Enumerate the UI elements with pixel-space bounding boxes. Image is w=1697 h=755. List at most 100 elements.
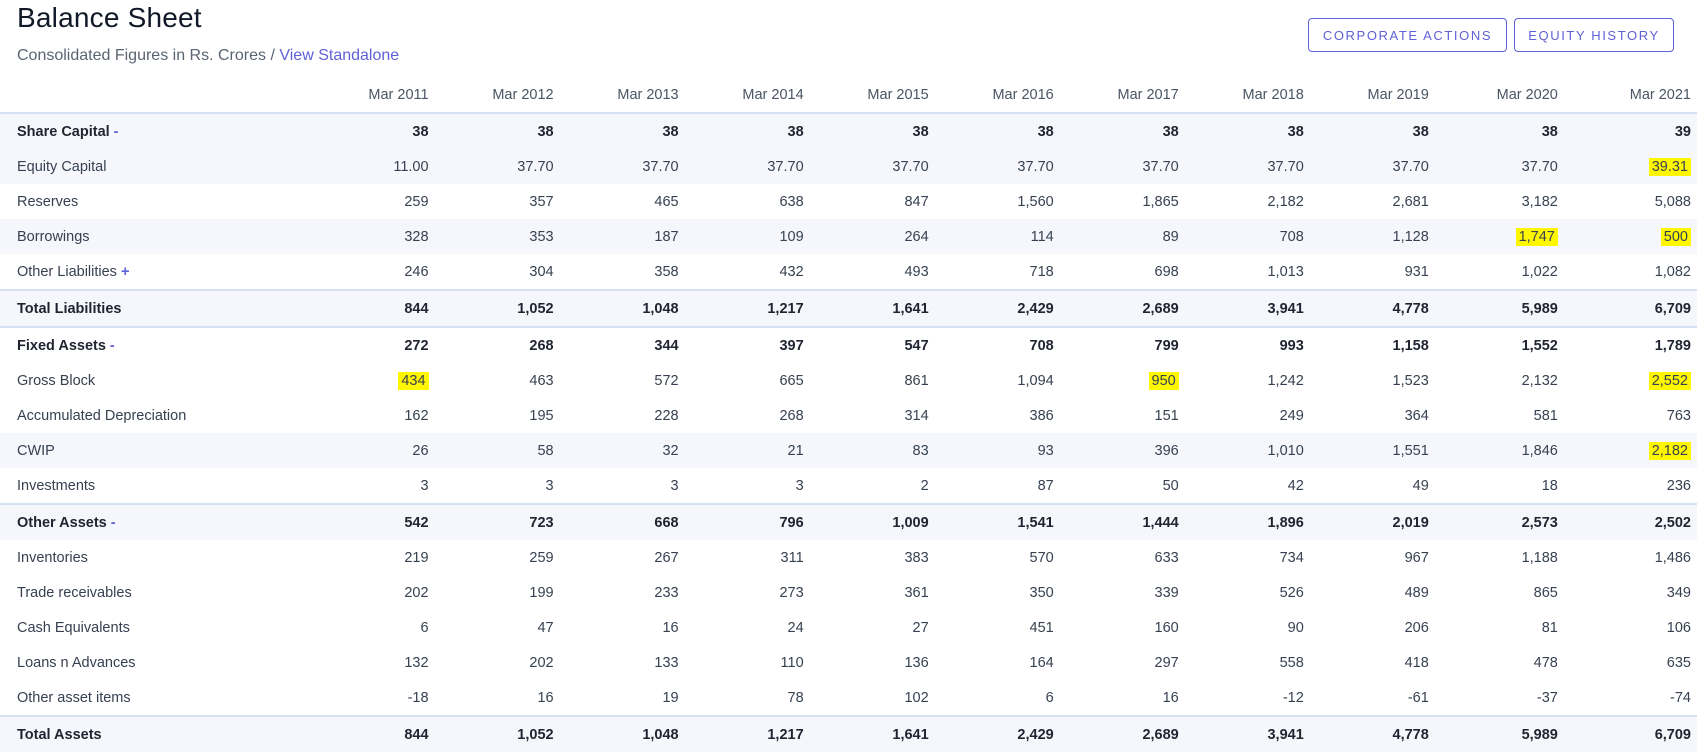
cell-value: 796	[779, 514, 804, 531]
row-label[interactable]: Share Capital -	[0, 113, 318, 149]
value-cell: 1,541	[934, 503, 1060, 540]
cell-value: 2,681	[1392, 193, 1429, 210]
table-row: Accumulated Depreciation 162 195 228 268 314 3…	[0, 398, 1697, 433]
balance-sheet-table: Mar 2011 Mar 2012 Mar 2013 Mar 2014 Mar 2015…	[0, 78, 1697, 752]
cell-value: 3	[545, 477, 554, 494]
value-cell: 500	[1563, 219, 1697, 254]
cell-value: 1,009	[892, 514, 929, 531]
value-cell: 2,019	[1309, 503, 1435, 540]
cell-value: 38	[1162, 123, 1179, 140]
cell-value: -37	[1536, 689, 1558, 706]
value-cell: 32	[559, 433, 685, 468]
value-cell: 668	[559, 503, 685, 540]
cell-value: 27	[912, 619, 929, 636]
column-header: Mar 2020	[1434, 78, 1564, 114]
cell-value: 478	[1533, 654, 1558, 671]
value-cell: 132	[318, 645, 435, 680]
value-cell: 434	[318, 363, 435, 398]
value-cell: 844	[317, 289, 435, 327]
value-cell: 2,132	[1435, 363, 1564, 398]
collapse-toggle[interactable]: -	[114, 124, 119, 140]
cell-value: 304	[529, 263, 554, 280]
cell-value: 1,789	[1654, 337, 1691, 354]
row-label-text: Accumulated Depreciation	[17, 407, 187, 424]
cell-value: 6	[420, 619, 429, 636]
highlighted-value: 39.31	[1648, 157, 1691, 176]
value-cell: 708	[934, 326, 1060, 363]
table-row[interactable]: Other Assets - 542 723 668 796 1,009 1,541 1,444…	[0, 503, 1697, 540]
equity-history-button[interactable]: EQUITY HISTORY	[1514, 18, 1674, 52]
corporate-actions-button[interactable]: CORPORATE ACTIONS	[1308, 18, 1507, 52]
cell-value: 202	[404, 584, 429, 601]
value-cell: 1,523	[1310, 363, 1435, 398]
expand-toggle[interactable]: +	[121, 264, 129, 280]
cell-value: 1,052	[517, 300, 554, 317]
value-cell: 339	[1060, 575, 1185, 610]
cell-value: 87	[1037, 477, 1054, 494]
row-label[interactable]: Other Assets -	[0, 503, 318, 540]
column-header: Mar 2015	[809, 78, 935, 114]
value-cell: 202	[318, 575, 435, 610]
cell-value: 37.70	[517, 158, 554, 175]
table-row: Borrowings 328 353 187 109 264 114 89 708 1,128 1,…	[0, 219, 1697, 254]
cell-value: 397	[779, 337, 804, 354]
cell-value: 264	[904, 228, 929, 245]
value-cell: 796	[684, 503, 810, 540]
value-cell: 206	[1310, 610, 1435, 645]
cell-value: 2,689	[1142, 300, 1179, 317]
row-label-text: Trade receivables	[17, 584, 132, 601]
value-cell: 358	[560, 254, 685, 290]
cell-value: 572	[654, 372, 679, 389]
value-cell: 3	[318, 468, 435, 504]
table-row[interactable]: Share Capital - 38 38 38 38 38 38 38 38 38 38 39	[0, 113, 1697, 149]
cell-value: 396	[1154, 442, 1179, 459]
value-cell: 110	[685, 645, 810, 680]
value-cell: 38	[809, 113, 935, 149]
value-cell: -74	[1564, 680, 1697, 716]
value-cell: 4,778	[1309, 715, 1435, 752]
collapse-toggle[interactable]: -	[111, 515, 116, 531]
highlighted-value: 1,747	[1515, 227, 1558, 246]
table-row[interactable]: Other Liabilities +246 304 358 432 493 718 698 1…	[0, 254, 1697, 290]
value-cell: 314	[810, 398, 935, 433]
cell-value: 49	[1412, 477, 1429, 494]
highlighted-value: 2,552	[1648, 371, 1691, 390]
cell-value: 1,846	[1521, 442, 1558, 459]
cell-value: 6	[1045, 689, 1054, 706]
value-cell: 1,747	[1434, 219, 1564, 254]
table-row: Cash Equivalents 6 47 16 24 27 451 160 90 206 81 10…	[0, 610, 1697, 645]
cell-value: 493	[904, 263, 929, 280]
cell-value: 1,865	[1142, 193, 1179, 210]
value-cell: 228	[560, 398, 685, 433]
value-cell: 328	[317, 219, 435, 254]
header-label-cell	[0, 78, 318, 114]
value-cell: 570	[935, 540, 1060, 575]
cell-value: 570	[1029, 549, 1054, 566]
view-standalone-link[interactable]: View Standalone	[279, 47, 399, 64]
value-cell: 133	[560, 645, 685, 680]
cell-value: 38	[912, 123, 929, 140]
cell-value: 542	[404, 514, 429, 531]
collapse-toggle[interactable]: -	[110, 338, 115, 354]
value-cell: 665	[685, 363, 810, 398]
value-cell: 1,846	[1434, 433, 1564, 468]
cell-value: 24	[787, 619, 804, 636]
value-cell: 844	[317, 715, 435, 752]
value-cell: 233	[560, 575, 685, 610]
row-label: Inventories	[0, 540, 318, 575]
cell-value: 5,989	[1521, 726, 1558, 743]
cell-value: 2,429	[1017, 726, 1054, 743]
table-row[interactable]: Fixed Assets - 272 268 344 397 547 708 799 993 1,1…	[0, 326, 1697, 363]
value-cell: 1,048	[559, 715, 685, 752]
value-cell: 249	[1185, 398, 1310, 433]
value-cell: 581	[1435, 398, 1564, 433]
cell-value: 3,182	[1521, 193, 1558, 210]
value-cell: 272	[317, 326, 435, 363]
row-label[interactable]: Other Liabilities +	[0, 254, 318, 290]
value-cell: 3	[560, 468, 685, 504]
row-label[interactable]: Fixed Assets -	[0, 326, 318, 363]
cell-value: 37.70	[1521, 158, 1558, 175]
value-cell: 718	[935, 254, 1060, 290]
cell-value: 1,010	[1267, 442, 1304, 459]
value-cell: 633	[1060, 540, 1185, 575]
